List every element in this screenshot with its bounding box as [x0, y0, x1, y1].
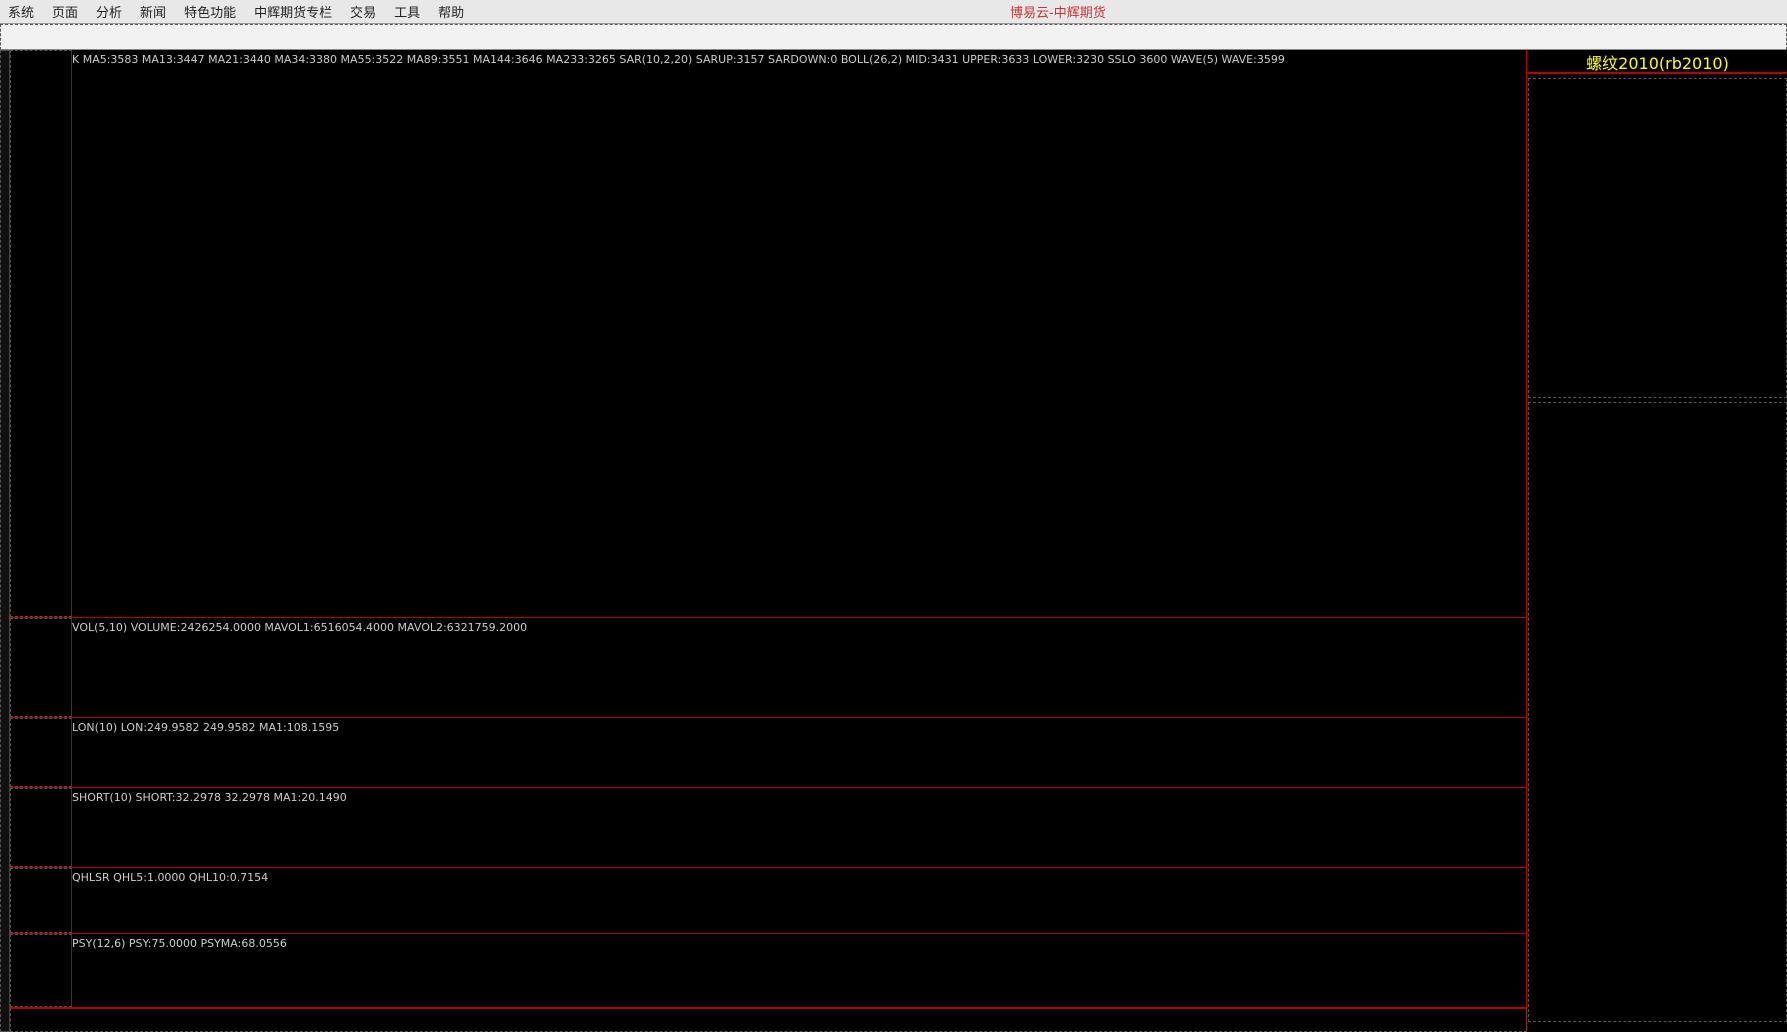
lon-axis [10, 718, 72, 787]
short-legend: SHORT(10) SHORT:32.2978 32.2978 MA1:20.1… [72, 791, 347, 804]
quote-title: 螺纹2010(rb2010) [1528, 50, 1787, 74]
volume-panel[interactable]: VOL(5,10) VOLUME:2426254.0000 MAVOL1:651… [10, 618, 1527, 718]
tick-list-area[interactable] [1528, 402, 1787, 1022]
qhlsr-legend: QHLSR QHL5:1.0000 QHL10:0.7154 [72, 871, 269, 884]
app-title: 博易云-中辉期货 [1010, 6, 1106, 21]
menu-item-system[interactable]: 系统 [8, 2, 34, 21]
lon-panel[interactable]: LON(10) LON:249.9582 249.9582 MA1:108.15… [10, 718, 1527, 788]
main-kline-panel[interactable]: K MA5:3583 MA13:3447 MA21:3440 MA34:3380… [10, 50, 1527, 618]
psy-axis [10, 934, 72, 1007]
menu-item-features[interactable]: 特色功能 [184, 2, 236, 21]
qhlsr-panel[interactable]: QHLSR QHL5:1.0000 QHL10:0.7154 [10, 868, 1527, 934]
chart-area: K MA5:3583 MA13:3447 MA21:3440 MA34:3380… [10, 50, 1527, 1032]
lon-legend: LON(10) LON:249.9582 249.9582 MA1:108.15… [72, 721, 340, 734]
qhlsr-axis [10, 868, 72, 933]
menu-item-news[interactable]: 新闻 [140, 2, 166, 21]
volume-legend: VOL(5,10) VOLUME:2426254.0000 MAVOL1:651… [72, 621, 528, 634]
psy-panel[interactable]: PSY(12,6) PSY:75.0000 PSYMA:68.0556 [10, 934, 1527, 1008]
toolbar [0, 24, 1787, 50]
psy-legend: PSY(12,6) PSY:75.0000 PSYMA:68.0556 [72, 937, 287, 950]
left-side-tab-strip[interactable] [0, 50, 10, 1032]
quote-panel: 螺纹2010(rb2010) [1528, 50, 1787, 1032]
menu-item-trade[interactable]: 交易 [350, 2, 376, 21]
date-axis [10, 1008, 1527, 1032]
order-book-area [1528, 78, 1787, 398]
short-axis [10, 788, 72, 867]
menu-item-column[interactable]: 中辉期货专栏 [254, 2, 332, 21]
menu-item-help[interactable]: 帮助 [438, 2, 464, 21]
main-indicator-legend: K MA5:3583 MA13:3447 MA21:3440 MA34:3380… [72, 53, 1285, 66]
menu-bar: 系统 页面 分析 新闻 特色功能 中辉期货专栏 交易 工具 帮助 博易云-中辉期… [0, 0, 1787, 24]
menu-item-page[interactable]: 页面 [52, 2, 78, 21]
menu-item-tools[interactable]: 工具 [394, 2, 420, 21]
menu-item-analysis[interactable]: 分析 [96, 2, 122, 21]
main-price-axis [10, 50, 72, 617]
short-panel[interactable]: SHORT(10) SHORT:32.2978 32.2978 MA1:20.1… [10, 788, 1527, 868]
volume-axis [10, 618, 72, 717]
